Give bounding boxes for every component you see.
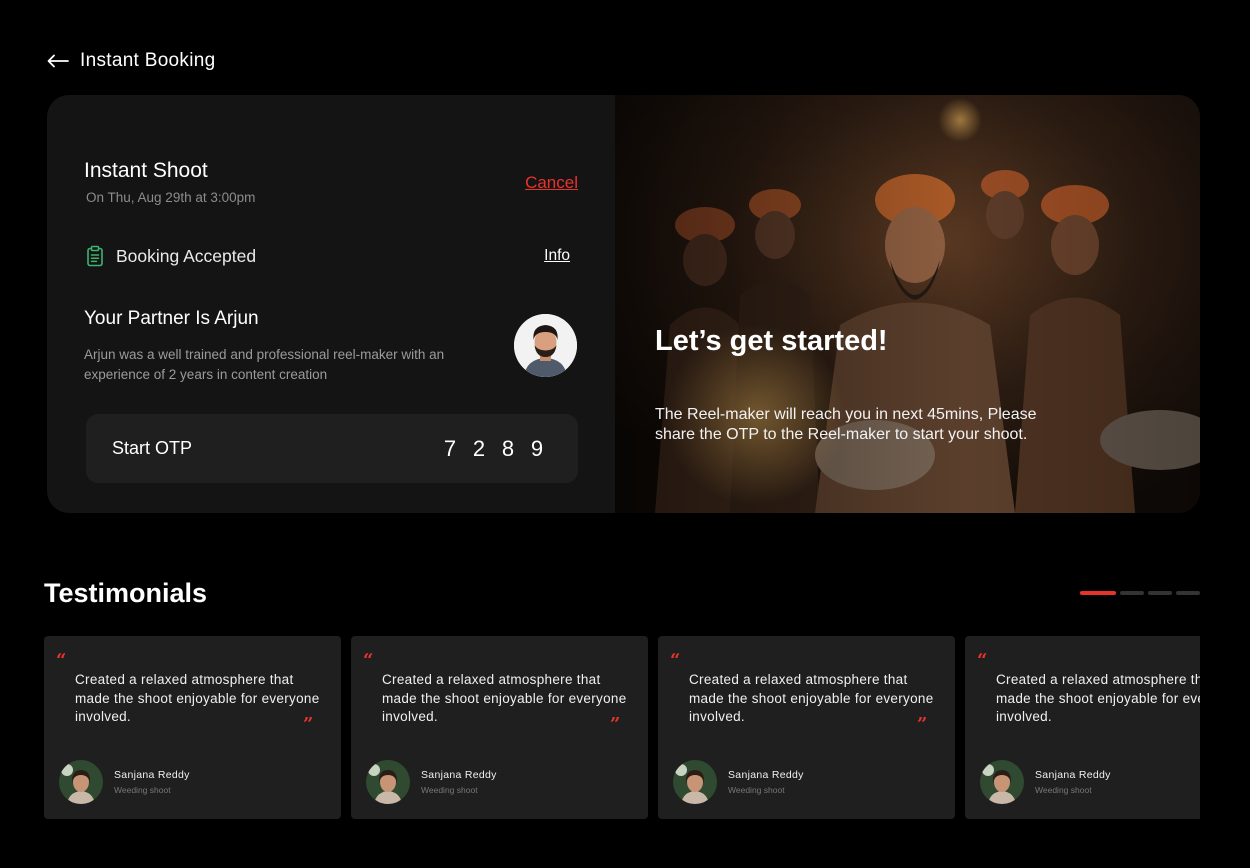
testimonial-card: “ Created a relaxed atmosphere that made… xyxy=(965,636,1200,819)
partner-description: Arjun was a well trained and professiona… xyxy=(84,347,445,382)
cancel-link[interactable]: Cancel xyxy=(525,173,578,193)
otp-digit: 9 xyxy=(530,436,544,461)
info-link[interactable]: Info xyxy=(544,247,570,265)
quote-close-icon: ” xyxy=(610,714,621,735)
testimonial-quote: Created a relaxed atmosphere that made t… xyxy=(382,672,627,724)
partner-avatar xyxy=(514,314,577,377)
page-title: Instant Booking xyxy=(80,50,216,71)
hero-heading: Let’s get started! xyxy=(655,325,888,357)
quote-open-icon: “ xyxy=(977,650,988,671)
shoot-title: Instant Shoot xyxy=(84,159,208,182)
pager-dot-1[interactable] xyxy=(1080,591,1116,595)
testimonial-quote: Created a relaxed atmosphere that made t… xyxy=(75,672,320,724)
pager-dot-3[interactable] xyxy=(1148,591,1172,595)
otp-digit: 8 xyxy=(501,436,515,461)
testimonial-author: Sanjana Reddy Weeding shoot xyxy=(673,760,804,804)
booking-card: Instant Shoot On Thu, Aug 29th at 3:00pm… xyxy=(47,95,1200,513)
shoot-datetime: On Thu, Aug 29th at 3:00pm xyxy=(86,190,256,205)
testimonial-quote: Created a relaxed atmosphere that made t… xyxy=(996,672,1200,724)
testimonials-title: Testimonials xyxy=(44,578,208,608)
author-name: Sanjana Reddy xyxy=(728,769,804,781)
hero-panel: Let’s get started! The Reel-maker will r… xyxy=(615,95,1200,513)
booking-details-panel: Instant Shoot On Thu, Aug 29th at 3:00pm… xyxy=(47,95,615,513)
page-header: Instant Booking xyxy=(46,46,215,76)
author-avatar xyxy=(59,760,103,804)
author-role: Weeding shoot xyxy=(728,785,785,795)
otp-box: Start OTP 7 2 8 9 xyxy=(86,414,578,483)
author-avatar xyxy=(366,760,410,804)
author-avatar xyxy=(980,760,1024,804)
otp-digit: 2 xyxy=(472,436,486,461)
testimonial-author: Sanjana Reddy Weeding shoot xyxy=(980,760,1111,804)
hero-message: The Reel-maker will reach you in next 45… xyxy=(655,406,1037,443)
arrow-left-icon xyxy=(47,54,69,68)
otp-digit: 7 xyxy=(443,436,457,461)
quote-open-icon: “ xyxy=(56,650,67,671)
status-text: Booking Accepted xyxy=(116,245,257,266)
partner-title: Your Partner Is Arjun xyxy=(84,308,259,329)
author-avatar xyxy=(673,760,717,804)
pager-dot-2[interactable] xyxy=(1120,591,1144,595)
author-name: Sanjana Reddy xyxy=(421,769,497,781)
testimonial-card: “ Created a relaxed atmosphere that made… xyxy=(44,636,341,819)
otp-label: Start OTP xyxy=(112,438,193,458)
testimonial-card: “ Created a relaxed atmosphere that made… xyxy=(658,636,955,819)
author-name: Sanjana Reddy xyxy=(114,769,190,781)
author-role: Weeding shoot xyxy=(421,785,478,795)
pager-dot-4[interactable] xyxy=(1176,591,1200,595)
testimonial-author: Sanjana Reddy Weeding shoot xyxy=(59,760,190,804)
testimonials-pager xyxy=(1080,591,1200,595)
testimonial-quote: Created a relaxed atmosphere that made t… xyxy=(689,672,934,724)
hero-image xyxy=(615,95,1200,513)
testimonial-card: “ Created a relaxed atmosphere that made… xyxy=(351,636,648,819)
back-button[interactable] xyxy=(46,49,70,73)
testimonials-track: “ Created a relaxed atmosphere that made… xyxy=(44,636,1200,819)
author-role: Weeding shoot xyxy=(114,785,171,795)
quote-open-icon: “ xyxy=(670,650,681,671)
quote-close-icon: ” xyxy=(917,714,928,735)
quote-open-icon: “ xyxy=(363,650,374,671)
author-name: Sanjana Reddy xyxy=(1035,769,1111,781)
booking-status: Booking Accepted xyxy=(84,245,256,267)
author-role: Weeding shoot xyxy=(1035,785,1092,795)
otp-digits: 7 2 8 9 xyxy=(443,436,544,462)
clipboard-icon xyxy=(84,245,106,267)
testimonial-author: Sanjana Reddy Weeding shoot xyxy=(366,760,497,804)
testimonials-carousel[interactable]: “ Created a relaxed atmosphere that made… xyxy=(44,636,1200,820)
quote-close-icon: ” xyxy=(303,714,314,735)
